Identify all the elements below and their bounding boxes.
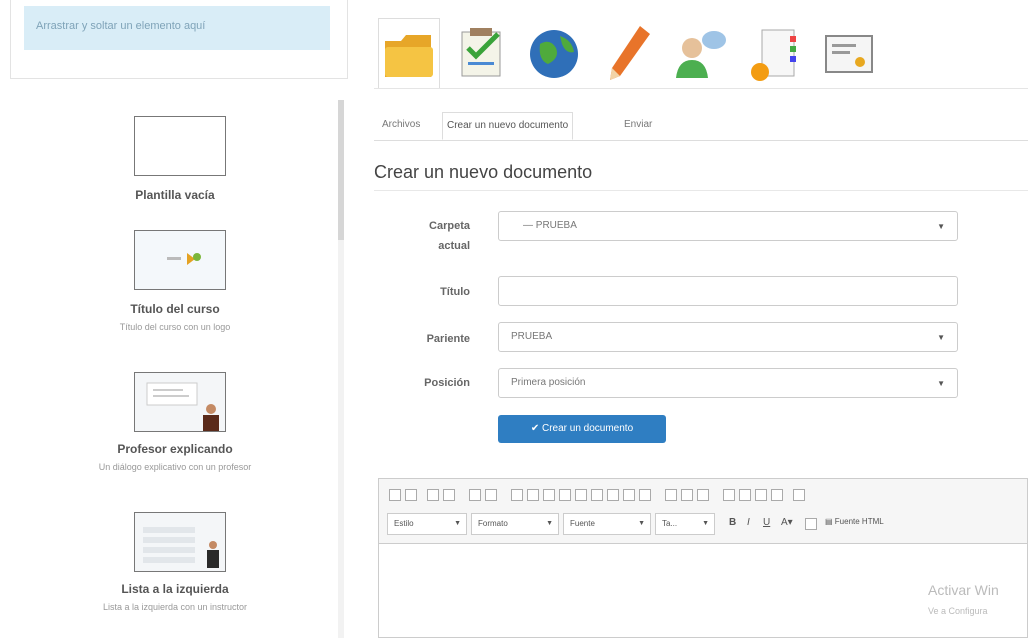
template-title[interactable]: Lista a la izquierda xyxy=(10,582,340,596)
template-title[interactable]: Profesor explicando xyxy=(10,442,340,456)
template-description: Un diálogo explicativo con un profesor xyxy=(98,462,252,472)
italic-button[interactable]: I xyxy=(747,517,750,528)
template-title[interactable]: Título del curso xyxy=(10,302,340,316)
checklist-icon[interactable] xyxy=(452,18,512,88)
undo-icon[interactable] xyxy=(469,489,481,501)
template-thumb-course-title[interactable] xyxy=(134,230,226,290)
template-thumb-teacher[interactable] xyxy=(134,372,226,432)
position-select[interactable]: Primera posición ▼ xyxy=(498,368,958,398)
font-select[interactable]: Fuente ▼ xyxy=(563,513,651,535)
format-select-label: Formato xyxy=(478,519,508,528)
editor-button-icon[interactable] xyxy=(427,489,439,501)
numbered-list-icon[interactable] xyxy=(681,489,693,501)
tab-files[interactable]: Archivos xyxy=(378,112,424,138)
title-divider xyxy=(374,190,1028,191)
toolbar-divider xyxy=(374,88,1028,89)
activation-watermark: Activar Win xyxy=(928,582,999,598)
editor-button-icon[interactable] xyxy=(405,489,417,501)
link-icon[interactable] xyxy=(511,489,523,501)
list-icon[interactable] xyxy=(665,489,677,501)
video-icon[interactable] xyxy=(543,489,555,501)
sidebar-scroll-thumb[interactable] xyxy=(338,100,344,240)
chevron-down-icon: ▼ xyxy=(937,333,945,342)
users-icon[interactable] xyxy=(670,18,730,88)
style-select-label: Estilo xyxy=(394,519,414,528)
chevron-down-icon: ▼ xyxy=(638,520,645,527)
position-label: Posición xyxy=(424,377,470,389)
bold-button[interactable]: B xyxy=(729,517,736,528)
template-sidebar: Plantilla vacía Título del curso Título … xyxy=(10,96,340,638)
media-icon[interactable] xyxy=(559,489,571,501)
tab-send[interactable]: Enviar xyxy=(620,112,656,138)
format-select[interactable]: Formato ▼ xyxy=(471,513,559,535)
sigma-icon[interactable] xyxy=(623,489,635,501)
globe-icon[interactable] xyxy=(524,18,584,88)
drop-zone[interactable]: Arrastrar y soltar un elemento aquí xyxy=(24,6,330,50)
audio-icon[interactable] xyxy=(591,489,603,501)
course-logo-icon xyxy=(167,253,201,265)
folder-label: Carpeta xyxy=(429,220,470,232)
folder-select[interactable]: — PRUEBA ▼ xyxy=(498,211,958,241)
font-select-label: Fuente xyxy=(570,519,595,528)
drop-zone-text: Arrastrar y soltar un elemento aquí xyxy=(36,20,206,32)
pencil-icon[interactable] xyxy=(598,18,658,88)
size-select-label: Ta... xyxy=(662,519,678,528)
certificate-icon[interactable] xyxy=(818,18,878,88)
template-description: Lista a la izquierda con un instructor xyxy=(102,602,248,612)
editor-button-icon[interactable] xyxy=(443,489,455,501)
image-icon[interactable] xyxy=(527,489,539,501)
background-color-icon[interactable] xyxy=(805,518,817,530)
chevron-down-icon: ▼ xyxy=(937,222,945,231)
activation-watermark-sub: Ve a Configura xyxy=(928,606,988,616)
template-thumb-blank[interactable] xyxy=(134,116,226,176)
align-left-icon[interactable] xyxy=(723,489,735,501)
create-document-button[interactable]: ✔ Crear un documento xyxy=(498,415,666,443)
template-title[interactable]: Plantilla vacía xyxy=(10,188,340,202)
align-justify-icon[interactable] xyxy=(771,489,783,501)
title-input[interactable] xyxy=(498,276,958,306)
source-button[interactable]: ▤ Fuente HTML xyxy=(825,517,884,526)
style-select[interactable]: Estilo ▼ xyxy=(387,513,467,535)
template-thumb-list-left[interactable] xyxy=(134,512,226,572)
chevron-down-icon: ▼ xyxy=(546,520,553,527)
title-label: Título xyxy=(440,286,470,298)
position-select-value: Primera posición xyxy=(511,377,586,388)
size-select[interactable]: Ta... ▼ xyxy=(655,513,715,535)
chevron-down-icon: ▼ xyxy=(702,520,709,527)
folder-label-2: actual xyxy=(438,240,470,252)
list-instructor-icon xyxy=(143,527,219,568)
flash-icon[interactable] xyxy=(575,489,587,501)
source-button-label: Fuente HTML xyxy=(834,517,884,526)
folder-select-value: — PRUEBA xyxy=(523,220,577,231)
plus-icon[interactable] xyxy=(639,489,651,501)
align-center-icon[interactable] xyxy=(739,489,751,501)
chevron-down-icon: ▼ xyxy=(454,520,461,527)
indent-icon[interactable] xyxy=(697,489,709,501)
template-description: Título del curso con un logo xyxy=(119,322,231,332)
tab-bar: Archivos Crear un nuevo documento Enviar xyxy=(374,110,1028,141)
parent-label: Pariente xyxy=(426,333,470,345)
editor-toolbar: Estilo ▼ Formato ▼ Fuente ▼ Ta... ▼ B I U A▾… xyxy=(379,479,1027,544)
parent-select-value: PRUEBA xyxy=(511,331,553,342)
folder-icon[interactable] xyxy=(378,18,440,89)
chevron-down-icon: ▼ xyxy=(937,379,945,388)
fullscreen-icon[interactable] xyxy=(793,489,805,501)
editor-button-icon[interactable] xyxy=(389,489,401,501)
tab-create-document[interactable]: Crear un nuevo documento xyxy=(442,112,574,140)
teacher-icon xyxy=(146,382,219,431)
page-title: Crear un nuevo documento xyxy=(374,162,593,182)
align-right-icon[interactable] xyxy=(755,489,767,501)
document-settings-icon[interactable] xyxy=(744,18,804,88)
parent-select[interactable]: PRUEBA ▼ xyxy=(498,322,958,352)
underline-button[interactable]: U xyxy=(763,517,770,528)
redo-icon[interactable] xyxy=(485,489,497,501)
table-icon[interactable] xyxy=(607,489,619,501)
text-color-icon[interactable]: A▾ xyxy=(781,517,793,528)
